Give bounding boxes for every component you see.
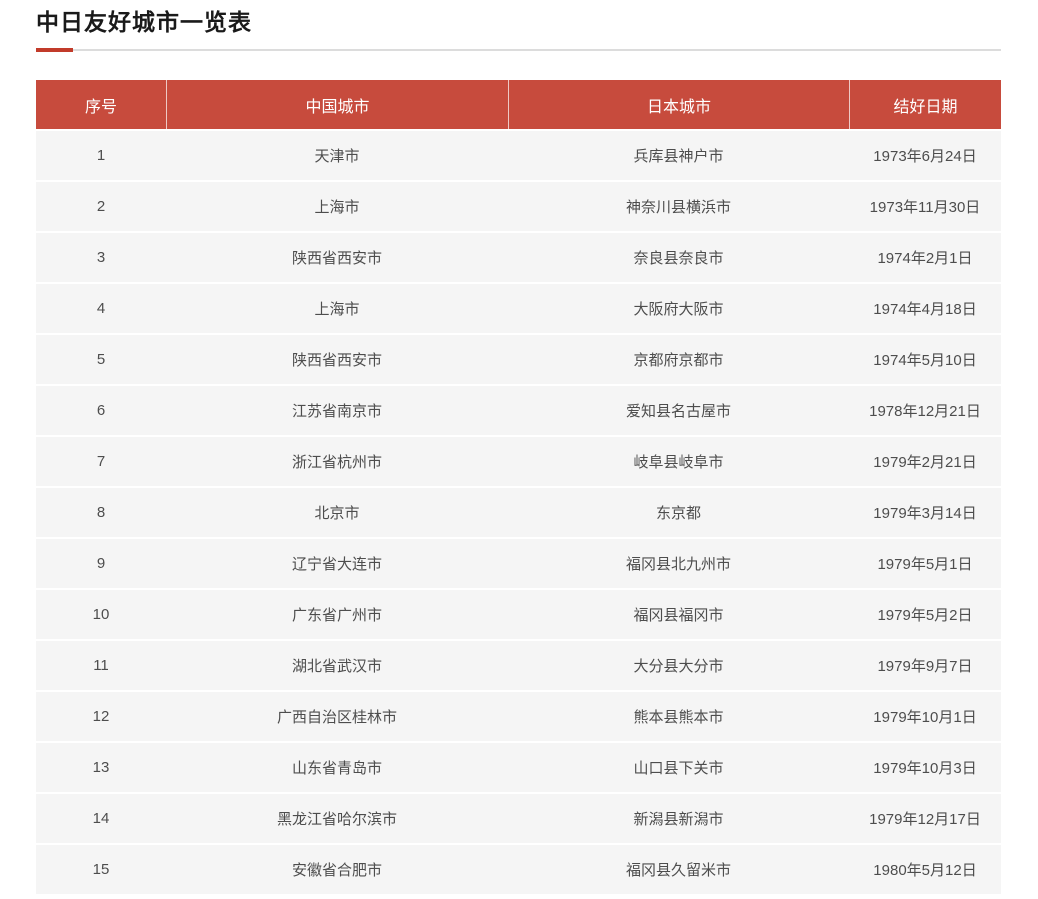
cell-friendship-date: 1979年10月3日 <box>873 760 977 777</box>
cell-japan-city: 神奈川县横浜市 <box>625 199 731 216</box>
cell-serial-number: 15 <box>92 861 110 878</box>
cell-friendship-date: 1974年4月18日 <box>873 301 977 318</box>
cell-japan-city: 奈良县奈良市 <box>633 250 724 267</box>
cell-japan-city: 福冈县久留米市 <box>625 862 731 879</box>
title-divider <box>36 48 1001 52</box>
table-row: 13 山东省青岛市 山口县下关市 1979年10月3日 <box>36 743 1001 792</box>
cell-japan-city: 大阪府大阪市 <box>633 301 724 318</box>
table-row: 8 北京市 东京都 1979年3月14日 <box>36 488 1001 537</box>
cell-serial-number: 8 <box>96 504 106 521</box>
cell-friendship-date: 1979年3月14日 <box>873 505 977 522</box>
cell-china-city: 辽宁省大连市 <box>291 556 382 573</box>
cell-friendship-date: 1973年11月30日 <box>869 199 981 216</box>
cell-friendship-date: 1979年12月17日 <box>869 811 981 828</box>
cell-china-city: 浙江省杭州市 <box>291 454 382 471</box>
cell-friendship-date: 1973年6月24日 <box>873 148 977 165</box>
page: 中日友好城市一览表 序号 中国城市 日本城市 结好日期 1 天津市 兵库县神户市… <box>0 6 1038 894</box>
cell-china-city: 广东省广州市 <box>291 607 382 624</box>
cell-japan-city: 兵库县神户市 <box>633 148 724 165</box>
title-divider-line <box>73 49 1001 51</box>
cell-friendship-date: 1974年2月1日 <box>877 250 973 267</box>
cell-china-city: 天津市 <box>314 148 360 165</box>
cell-japan-city: 山口县下关市 <box>633 760 724 777</box>
column-header-friendship-date: 结好日期 <box>849 80 1001 129</box>
table-row: 7 浙江省杭州市 岐阜县岐阜市 1979年2月21日 <box>36 437 1001 486</box>
cell-serial-number: 5 <box>96 351 106 368</box>
cell-serial-number: 9 <box>96 555 106 572</box>
table-row: 3 陕西省西安市 奈良县奈良市 1974年2月1日 <box>36 233 1001 282</box>
cell-friendship-date: 1980年5月12日 <box>873 862 977 879</box>
table-body: 1 天津市 兵库县神户市 1973年6月24日 2 上海市 神奈川县横浜市 19… <box>36 131 1001 894</box>
cell-china-city: 江苏省南京市 <box>291 403 382 420</box>
cell-japan-city: 福冈县福冈市 <box>633 607 724 624</box>
friendship-cities-table: 序号 中国城市 日本城市 结好日期 1 天津市 兵库县神户市 1973年6月24… <box>36 80 1001 894</box>
table-row: 11 湖北省武汉市 大分县大分市 1979年9月7日 <box>36 641 1001 690</box>
cell-serial-number: 11 <box>93 657 109 674</box>
cell-serial-number: 13 <box>92 759 110 776</box>
cell-china-city: 山东省青岛市 <box>291 760 382 777</box>
cell-japan-city: 岐阜县岐阜市 <box>633 454 724 471</box>
cell-friendship-date: 1974年5月10日 <box>873 352 977 369</box>
title-divider-accent <box>36 48 73 52</box>
cell-china-city: 上海市 <box>314 199 360 216</box>
table-header-row: 序号 中国城市 日本城市 结好日期 <box>36 80 1001 129</box>
table-row: 1 天津市 兵库县神户市 1973年6月24日 <box>36 131 1001 180</box>
table-row: 12 广西自治区桂林市 熊本县熊本市 1979年10月1日 <box>36 692 1001 741</box>
cell-serial-number: 14 <box>92 810 110 827</box>
column-header-japan-city: 日本城市 <box>508 80 849 129</box>
cell-serial-number: 6 <box>96 402 106 419</box>
table-row: 5 陕西省西安市 京都府京都市 1974年5月10日 <box>36 335 1001 384</box>
table-row: 2 上海市 神奈川县横浜市 1973年11月30日 <box>36 182 1001 231</box>
cell-serial-number: 10 <box>92 606 110 623</box>
cell-china-city: 湖北省武汉市 <box>291 658 382 675</box>
cell-japan-city: 爱知县名古屋市 <box>625 403 731 420</box>
table-row: 15 安徽省合肥市 福冈县久留米市 1980年5月12日 <box>36 845 1001 894</box>
cell-china-city: 北京市 <box>314 505 360 522</box>
cell-friendship-date: 1978年12月21日 <box>869 403 981 420</box>
cell-china-city: 黑龙江省哈尔滨市 <box>276 811 397 828</box>
cell-china-city: 上海市 <box>314 301 360 318</box>
table-row: 4 上海市 大阪府大阪市 1974年4月18日 <box>36 284 1001 333</box>
cell-japan-city: 福冈县北九州市 <box>625 556 731 573</box>
cell-japan-city: 新潟县新潟市 <box>633 811 724 828</box>
cell-serial-number: 12 <box>92 708 110 725</box>
page-title: 中日友好城市一览表 <box>36 9 252 35</box>
cell-serial-number: 7 <box>96 453 106 470</box>
cell-japan-city: 东京都 <box>655 505 701 522</box>
cell-china-city: 陕西省西安市 <box>291 352 382 369</box>
table-row: 14 黑龙江省哈尔滨市 新潟县新潟市 1979年12月17日 <box>36 794 1001 843</box>
cell-serial-number: 2 <box>96 198 106 215</box>
cell-friendship-date: 1979年2月21日 <box>873 454 977 471</box>
cell-japan-city: 京都府京都市 <box>633 352 724 369</box>
cell-serial-number: 4 <box>96 300 106 317</box>
table-row: 10 广东省广州市 福冈县福冈市 1979年5月2日 <box>36 590 1001 639</box>
cell-japan-city: 熊本县熊本市 <box>633 709 724 726</box>
cell-china-city: 安徽省合肥市 <box>291 862 382 879</box>
cell-friendship-date: 1979年9月7日 <box>877 658 973 675</box>
cell-china-city: 广西自治区桂林市 <box>276 709 397 726</box>
cell-serial-number: 1 <box>96 147 106 164</box>
column-header-serial-number: 序号 <box>84 98 117 116</box>
cell-friendship-date: 1979年5月2日 <box>877 607 973 624</box>
cell-japan-city: 大分县大分市 <box>633 658 724 675</box>
cell-china-city: 陕西省西安市 <box>291 250 382 267</box>
table-row: 9 辽宁省大连市 福冈县北九州市 1979年5月1日 <box>36 539 1001 588</box>
table-row: 6 江苏省南京市 爱知县名古屋市 1978年12月21日 <box>36 386 1001 435</box>
cell-serial-number: 3 <box>96 249 106 266</box>
cell-friendship-date: 1979年5月1日 <box>877 556 973 573</box>
cell-friendship-date: 1979年10月1日 <box>873 709 977 726</box>
column-header-china-city: 中国城市 <box>166 80 508 129</box>
